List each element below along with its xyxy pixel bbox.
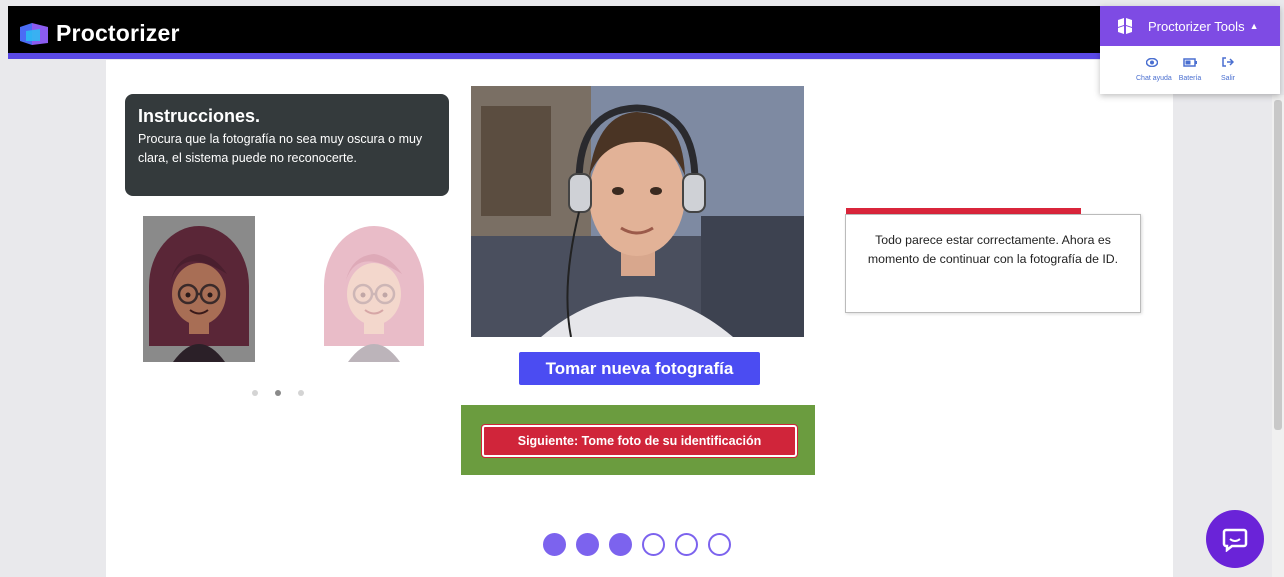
battery-button[interactable]: Batería xyxy=(1174,54,1206,82)
step-indicator-pending xyxy=(642,533,665,556)
step-indicator-pending xyxy=(675,533,698,556)
tools-header[interactable]: Proctorizer Tools ▲ xyxy=(1100,6,1280,46)
eye-icon xyxy=(1145,57,1159,68)
step-indicator-done xyxy=(609,533,632,556)
step-indicator-done xyxy=(543,533,566,556)
proctorizer-logo-icon xyxy=(20,22,48,45)
status-message: Todo parece estar correctamente. Ahora e… xyxy=(845,214,1141,313)
captured-photo xyxy=(471,86,804,337)
step-indicator-pending xyxy=(708,533,731,556)
proctorizer-tools-panel: Proctorizer Tools ▲ Chat ayuda Batería S… xyxy=(1100,6,1280,94)
example-carousel-dots xyxy=(252,390,304,396)
exit-label: Salir xyxy=(1220,75,1235,82)
carousel-dot-active[interactable] xyxy=(275,390,281,396)
brand: Proctorizer xyxy=(18,20,180,47)
chat-help-label: Chat ayuda xyxy=(1136,75,1172,82)
instructions-heading: Instrucciones. xyxy=(138,106,261,126)
instructions-text: Procura que la fotografía no sea muy osc… xyxy=(138,132,423,165)
instructions-card: Instrucciones. Procura que la fotografía… xyxy=(125,94,449,196)
exit-button[interactable]: Salir xyxy=(1212,54,1244,82)
chat-help-button[interactable]: Chat ayuda xyxy=(1136,54,1172,82)
example-dark-photo xyxy=(143,216,255,362)
carousel-dot[interactable] xyxy=(252,390,258,396)
chat-launcher-button[interactable] xyxy=(1206,510,1264,568)
header-accent-bar xyxy=(8,53,1104,59)
battery-label: Batería xyxy=(1178,75,1202,82)
logout-icon xyxy=(1222,57,1235,67)
app-title: Proctorizer xyxy=(56,20,180,46)
step-indicator-done xyxy=(576,533,599,556)
battery-icon xyxy=(1183,58,1197,67)
tools-title: Proctorizer Tools xyxy=(1148,18,1245,34)
chat-bubble-icon xyxy=(1222,528,1248,552)
next-step-button[interactable]: Siguiente: Tome foto de su identificació… xyxy=(482,425,797,457)
chevron-up-icon: ▲ xyxy=(1249,21,1259,31)
tools-logo-icon xyxy=(1118,18,1132,34)
carousel-dot[interactable] xyxy=(298,390,304,396)
top-header: Proctorizer xyxy=(8,6,1104,56)
example-light-photo xyxy=(318,216,430,362)
scrollbar-thumb[interactable] xyxy=(1274,100,1282,430)
progress-steps xyxy=(543,533,731,556)
retake-photo-button[interactable]: Tomar nueva fotografía xyxy=(519,352,760,385)
